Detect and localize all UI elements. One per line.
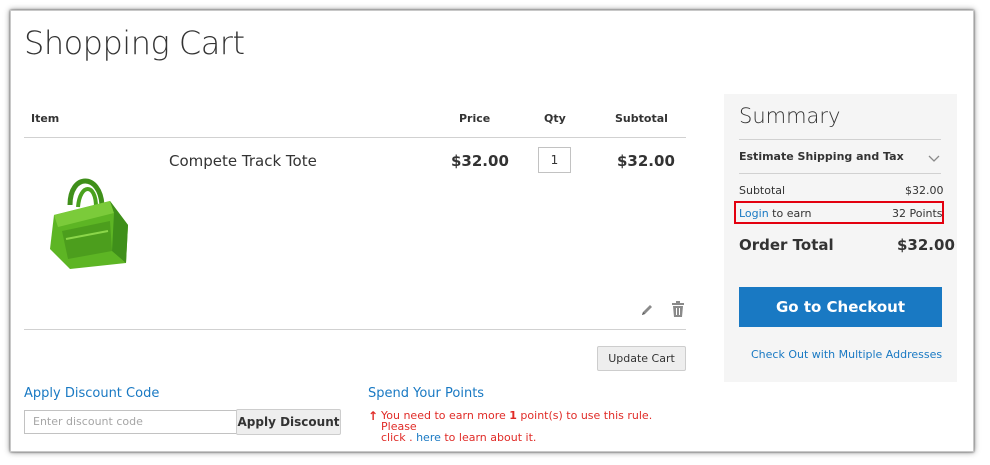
cart-items-divider	[24, 329, 686, 330]
edit-pencil-icon[interactable]	[639, 302, 655, 318]
discount-code-input[interactable]: Enter discount code	[24, 410, 237, 434]
chevron-down-icon[interactable]	[927, 148, 941, 162]
trash-icon[interactable]	[671, 301, 687, 317]
login-suffix: to earn	[768, 207, 812, 220]
column-header-subtotal: Subtotal	[615, 112, 668, 125]
estimate-shipping-toggle[interactable]: Estimate Shipping and Tax	[739, 150, 904, 163]
summary-divider-top	[739, 139, 941, 140]
product-image[interactable]	[40, 165, 135, 275]
page-title: Shopping Cart	[24, 24, 245, 62]
points-message-line2-post: to learn about it.	[440, 431, 537, 444]
points-message-line2-pre: click .	[381, 431, 417, 444]
update-cart-button[interactable]: Update Cart	[597, 346, 686, 371]
summary-title: Summary	[739, 104, 841, 128]
column-header-qty: Qty	[544, 112, 566, 125]
product-name-link[interactable]: Compete Track Tote	[169, 152, 317, 170]
order-total-value: $32.00	[897, 236, 955, 254]
multi-address-checkout-link[interactable]: Check Out with Multiple Addresses	[751, 348, 942, 361]
apply-discount-toggle[interactable]: Apply Discount Code	[24, 386, 159, 401]
earn-points-value: 32 Points	[892, 207, 943, 220]
product-subtotal: $32.00	[617, 152, 675, 170]
table-header-divider	[24, 137, 686, 138]
summary-divider-middle	[739, 173, 941, 174]
order-total-label: Order Total	[739, 236, 834, 254]
spend-points-heading[interactable]: Spend Your Points	[368, 386, 484, 401]
points-needed-count: 1	[509, 409, 517, 422]
points-info-link[interactable]: here	[416, 431, 441, 444]
summary-subtotal-label: Subtotal	[739, 184, 786, 197]
points-warning-message: You need to earn more 1 point(s) to use …	[381, 410, 681, 443]
summary-subtotal-value: $32.00	[905, 184, 944, 197]
apply-discount-button[interactable]: Apply Discount	[236, 409, 341, 435]
login-link[interactable]: Login	[739, 207, 769, 220]
product-price: $32.00	[451, 152, 509, 170]
tote-bag-image	[50, 178, 128, 269]
earn-points-row: Login to earn	[739, 207, 812, 220]
qty-input[interactable]: 1	[538, 147, 571, 173]
column-header-item: Item	[31, 112, 60, 125]
up-arrow-icon: ↑	[368, 409, 379, 423]
column-header-price: Price	[459, 112, 491, 125]
go-to-checkout-button[interactable]: Go to Checkout	[739, 287, 942, 327]
